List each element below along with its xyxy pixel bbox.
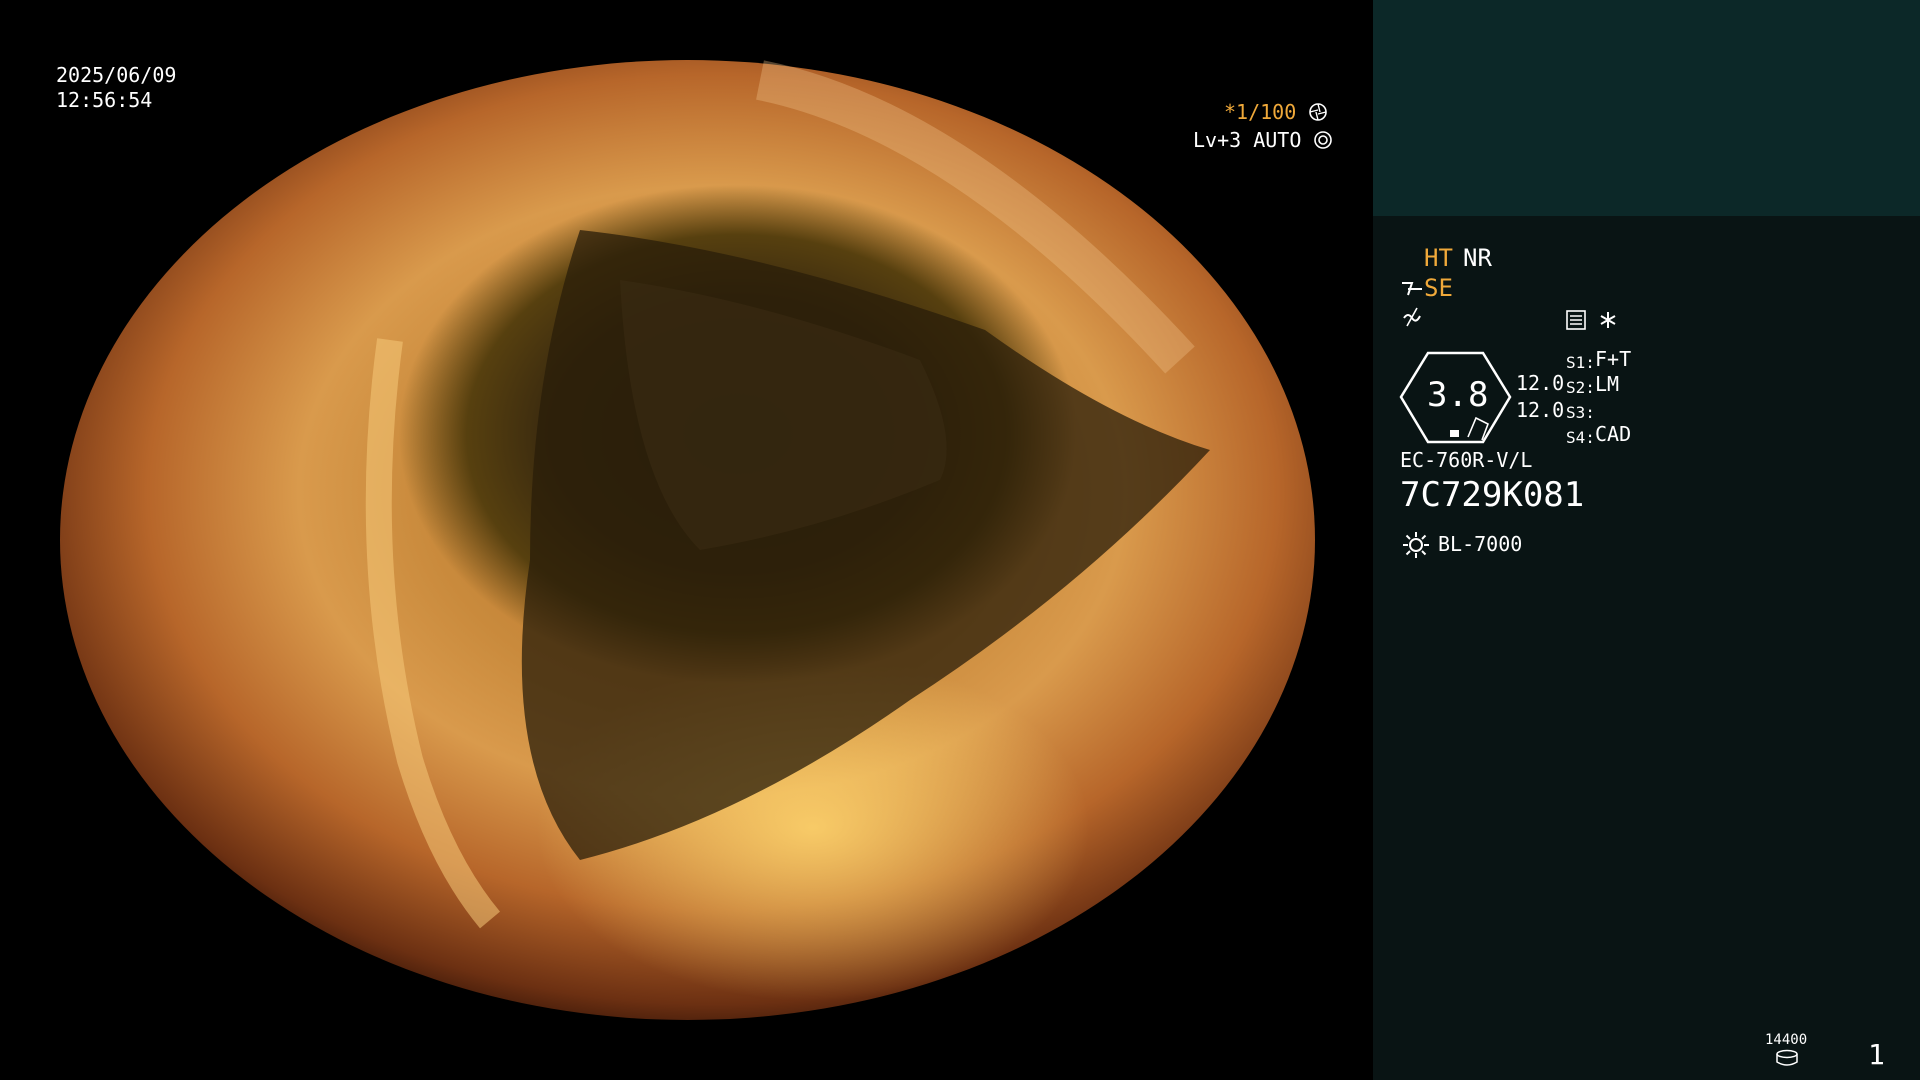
ht-indicator: HT (1424, 244, 1453, 272)
scope-model: EC-760R-V/L (1400, 448, 1533, 472)
slot-1-value: F+T (1595, 347, 1632, 371)
date-display: 2025/06/09 (56, 63, 177, 87)
scope-serial: 7C729K081 (1400, 475, 1585, 515)
shutter-speed: *1/100 (1224, 102, 1328, 122)
slot-2-label: S2: (1566, 378, 1595, 397)
scope-tilt-icon (1402, 282, 1422, 296)
light-source: BL-7000 (1438, 532, 1523, 556)
aperture-icon (1309, 103, 1328, 121)
slot-values: F+T LM CAD (1595, 347, 1631, 447)
page-number: 1 (1868, 1038, 1885, 1071)
nr-indicator: NR (1463, 244, 1492, 272)
wave-icon (1403, 307, 1421, 327)
exposure-level-value: Lv+3 AUTO (1193, 128, 1302, 152)
asterisk-icon (1600, 312, 1616, 328)
lumen-overlay (365, 60, 1210, 929)
value-a: 12.0 (1516, 371, 1565, 395)
slot-3-value (1595, 397, 1631, 422)
slot-3-label: S3: (1566, 403, 1595, 422)
sun-icon (1403, 532, 1429, 558)
gear-circle-icon (1314, 131, 1333, 149)
exposure-level: Lv+3 AUTO (1193, 130, 1333, 150)
slot-labels: S1: S2: S3: S4: (1566, 350, 1595, 450)
shutter-speed-value: *1/100 (1224, 100, 1297, 124)
list-settings-icon (1566, 310, 1586, 330)
slot-4-label: S4: (1566, 428, 1595, 447)
endoscope-viewport (0, 0, 1373, 1080)
slot-1-label: S1: (1566, 353, 1595, 372)
value-b: 12.0 (1516, 398, 1565, 422)
time-display: 12:56:54 (56, 88, 153, 112)
se-indicator: SE (1424, 274, 1453, 302)
image-counter: 14400 (1765, 1032, 1808, 1048)
hexagon-value: 3.8 (1427, 375, 1489, 415)
slot-4-value: CAD (1595, 422, 1632, 446)
database-icon (1776, 1049, 1798, 1066)
slot-2-value: LM (1595, 372, 1620, 396)
info-panel-header (1373, 0, 1920, 216)
